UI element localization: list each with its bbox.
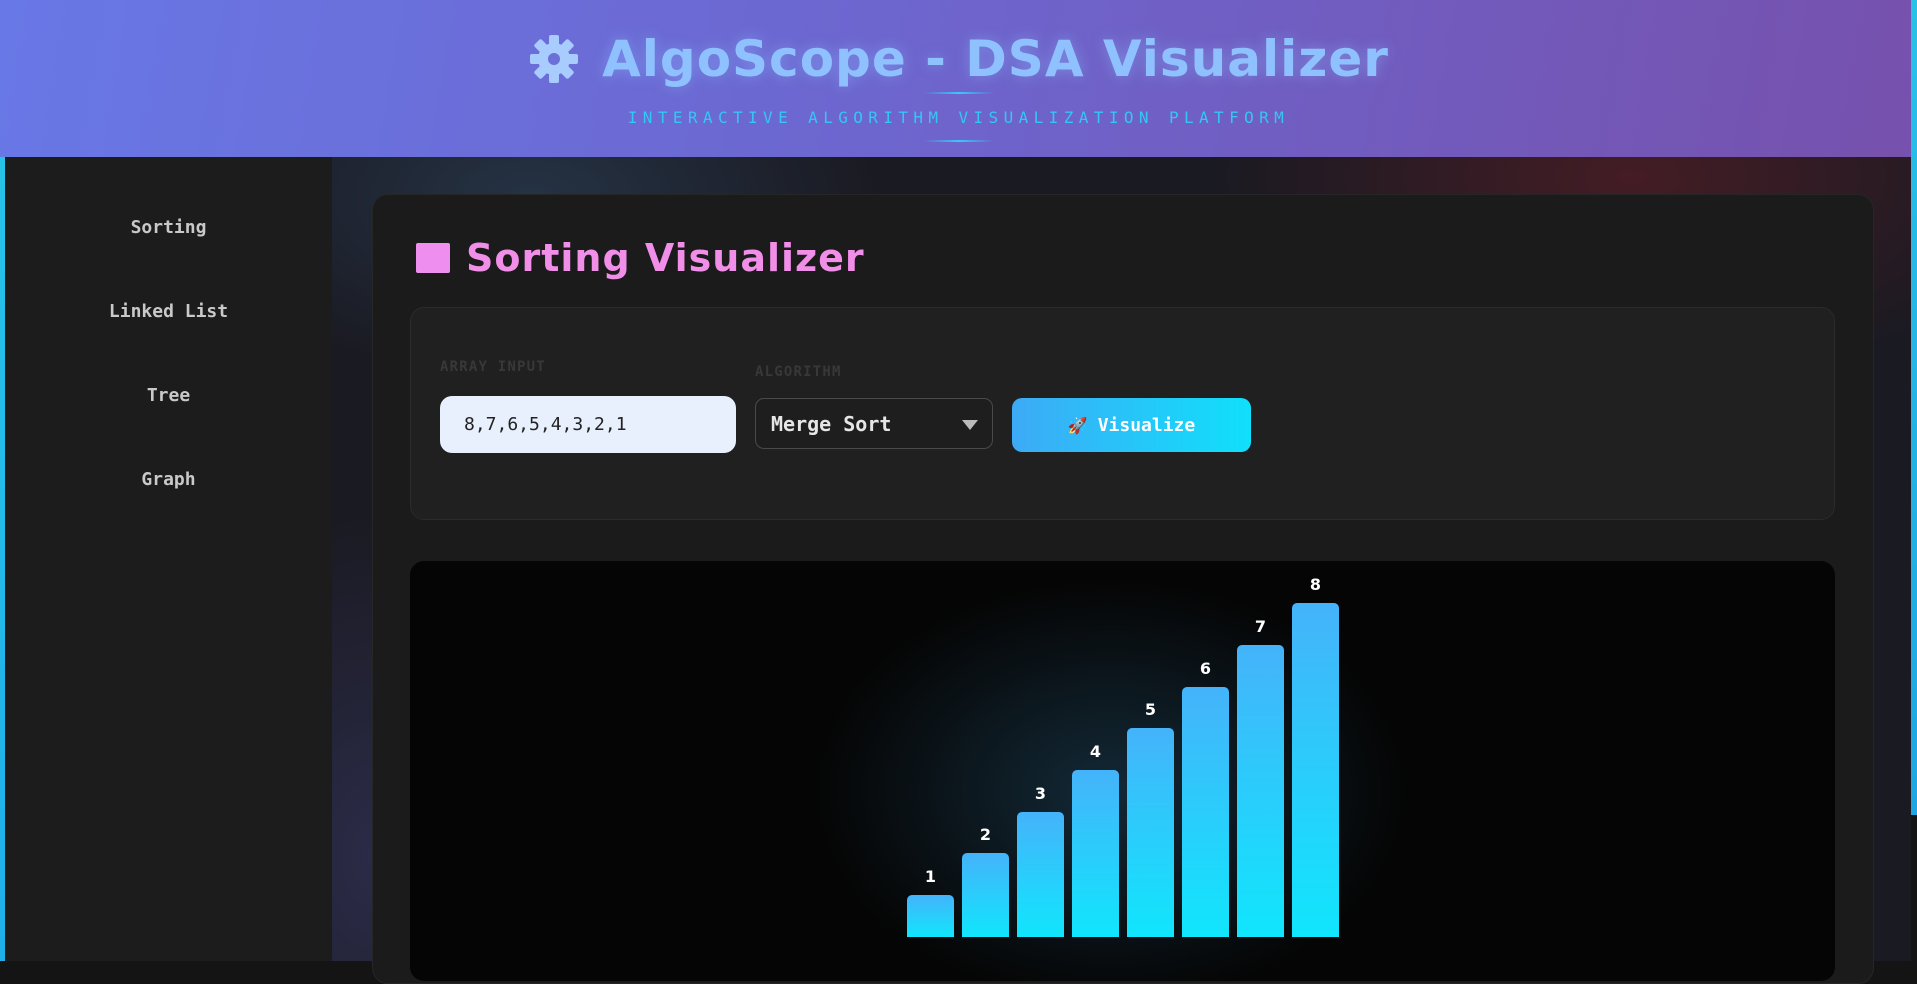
- bar-8: [1292, 603, 1339, 937]
- panel-header: Sorting Visualizer: [416, 236, 865, 280]
- bar-label-1: 1: [924, 867, 937, 886]
- app-header: AlgoScope - DSA Visualizer INTERACTIVE A…: [0, 0, 1917, 157]
- sidebar-item-sorting[interactable]: Sorting: [5, 217, 332, 238]
- array-input[interactable]: [440, 396, 736, 453]
- bar-label-4: 4: [1089, 741, 1102, 761]
- left-accent-bar: [0, 157, 5, 961]
- bar-label-2: 2: [979, 825, 992, 845]
- bar-1: [907, 895, 954, 937]
- title-row: AlgoScope - DSA Visualizer: [0, 30, 1917, 88]
- sidebar: Sorting Linked List Tree Graph: [5, 157, 332, 961]
- algorithm-select[interactable]: Merge Sort: [755, 398, 993, 449]
- sidebar-item-graph[interactable]: Graph: [5, 469, 332, 490]
- bar-7: [1237, 644, 1284, 937]
- bar-5: [1127, 728, 1174, 937]
- array-input-label: ARRAY INPUT: [440, 359, 546, 375]
- square-icon: [416, 243, 450, 273]
- bar-label-6: 6: [1199, 658, 1212, 678]
- chevron-down-icon: [962, 420, 978, 430]
- sidebar-item-linked-list[interactable]: Linked List: [5, 301, 332, 322]
- sidebar-item-tree[interactable]: Tree: [5, 385, 332, 406]
- bar-label-3: 3: [1034, 783, 1047, 803]
- rocket-icon: 🚀: [1067, 415, 1088, 435]
- scrollbar[interactable]: [1911, 0, 1917, 815]
- bar-4: [1072, 769, 1119, 937]
- algorithm-label: ALGORITHM: [755, 364, 842, 380]
- panel-title: Sorting Visualizer: [466, 236, 865, 280]
- bar-3: [1017, 811, 1064, 937]
- header-divider-top: [923, 92, 994, 94]
- bar-6: [1182, 686, 1229, 937]
- bar-chart: 1 2 3 4 5 6 7 8: [410, 561, 1835, 981]
- app-title: AlgoScope - DSA Visualizer: [602, 30, 1389, 88]
- bar-2: [962, 853, 1009, 937]
- app-subtitle: INTERACTIVE ALGORITHM VISUALIZATION PLAT…: [627, 108, 1290, 127]
- bar-label-8: 8: [1309, 575, 1322, 595]
- gear-icon: [530, 35, 579, 83]
- bar-label-5: 5: [1144, 700, 1157, 720]
- visualization-area: 1 2 3 4 5 6 7 8: [410, 561, 1835, 981]
- visualize-button[interactable]: 🚀 Visualize: [1012, 398, 1251, 452]
- algorithm-select-value: Merge Sort: [771, 411, 892, 436]
- header-divider-bottom: [923, 140, 994, 142]
- visualize-button-label: Visualize: [1097, 414, 1196, 436]
- bar-label-7: 7: [1254, 616, 1267, 636]
